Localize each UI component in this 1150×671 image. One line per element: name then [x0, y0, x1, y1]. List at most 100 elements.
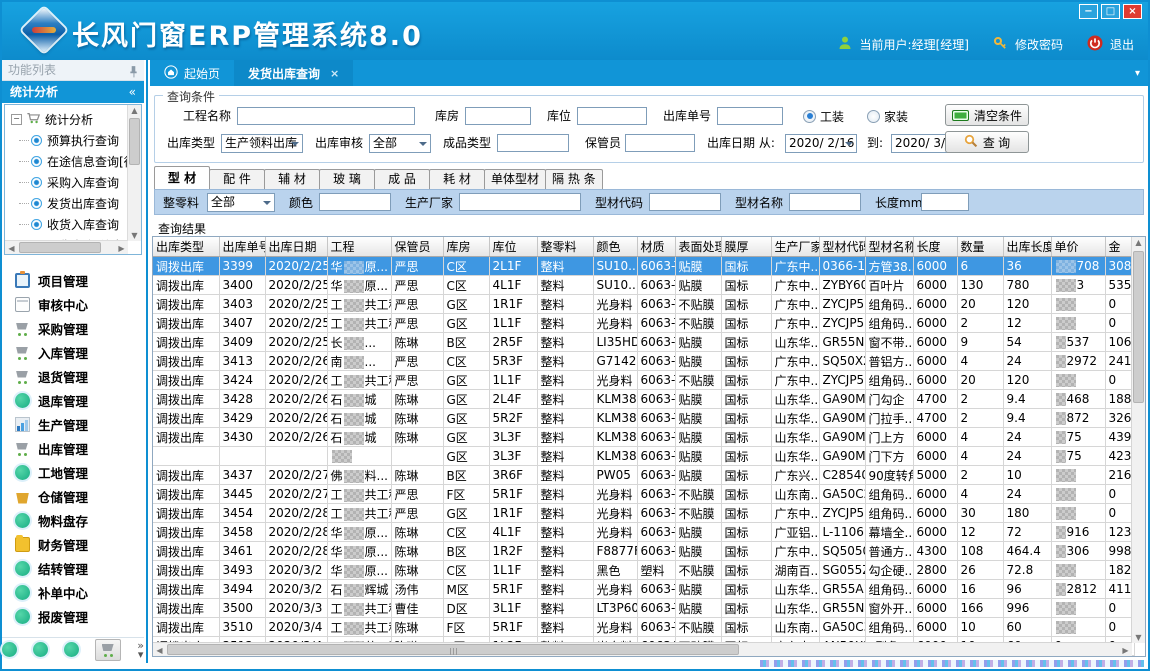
table-row[interactable]: 调拨出库34582020/2/28华原...陈琳C区4L1F整料光身料6063-…: [153, 523, 1134, 542]
column-header[interactable]: 材质: [637, 237, 675, 257]
material-tab[interactable]: 配 件: [209, 169, 265, 189]
table-row[interactable]: 调拨出库34372020/2/27佛料...陈琳B区3R6F整料PW056063…: [153, 466, 1134, 485]
material-tab[interactable]: 单体型材: [484, 169, 546, 189]
material-tab[interactable]: 型 材: [154, 166, 210, 189]
sidebar-menu-item[interactable]: 生产管理: [2, 412, 144, 436]
scroll-left-icon[interactable]: ◀: [5, 244, 18, 253]
sidebar-menu-item[interactable]: 仓储管理: [2, 484, 144, 508]
tree-item[interactable]: 在途信息查询[待: [5, 151, 141, 172]
column-header[interactable]: 出库类型: [153, 237, 219, 257]
table-row[interactable]: 调拨出库34932020/3/2华原...陈琳C区1L1F整料黑色塑料不贴膜国标…: [153, 561, 1134, 580]
column-header[interactable]: 库位: [489, 237, 537, 257]
keeper-input[interactable]: [625, 134, 695, 152]
material-tab[interactable]: 隔 热 条: [545, 169, 603, 189]
material-tab[interactable]: 成 品: [374, 169, 430, 189]
dot-icon[interactable]: [33, 642, 48, 657]
column-header[interactable]: 出库长度: [1003, 237, 1051, 257]
table-row[interactable]: 调拨出库34292020/2/26石城陈琳G区5R2F整料KLM38176063…: [153, 409, 1134, 428]
scroll-right-icon[interactable]: ▶: [1119, 646, 1132, 655]
change-password-link[interactable]: 修改密码: [1015, 36, 1063, 53]
color-input[interactable]: [319, 193, 391, 211]
table-row[interactable]: 调拨出库35002020/3/3工共工程曹佳D区3L1F整料LT3P606063…: [153, 599, 1134, 618]
outbound-audit-select[interactable]: 全部: [369, 134, 431, 153]
warehouse-input[interactable]: [465, 107, 531, 125]
scroll-right-icon[interactable]: ▶: [115, 244, 128, 253]
sidebar-menu-item[interactable]: 项目管理: [2, 268, 144, 292]
tree-item[interactable]: 发货出库查询: [5, 193, 141, 214]
order-no-input[interactable]: [717, 107, 783, 125]
tree-vertical-scrollbar[interactable]: ▲ ▼: [127, 105, 141, 241]
table-row[interactable]: 调拨出库34242020/2/26工共工程严思G区1L1F整料光身料6063-T…: [153, 371, 1134, 390]
table-row[interactable]: 调拨出库34002020/2/25华原...严思C区4L1F整料SU10...6…: [153, 276, 1134, 295]
sidebar-menu-item[interactable]: 工地管理: [2, 460, 144, 484]
tab-overflow-icon[interactable]: ▾: [1135, 68, 1140, 79]
close-button[interactable]: ×: [1123, 4, 1142, 19]
manufacturer-input[interactable]: [459, 193, 581, 211]
tree-horizontal-scrollbar[interactable]: ◀ ▶: [5, 240, 128, 254]
collapse-icon[interactable]: «: [129, 81, 136, 103]
scroll-left-icon[interactable]: ◀: [153, 646, 166, 655]
outbound-type-select[interactable]: 生产领料出库: [221, 134, 303, 153]
cart-button[interactable]: [95, 639, 121, 661]
radio-home[interactable]: 家装: [867, 107, 908, 125]
table-row[interactable]: 调拨出库35102020/3/4工共工程陈琳F区5R1F整料光身料6063-T5…: [153, 618, 1134, 637]
column-header[interactable]: 长度: [913, 237, 957, 257]
table-row[interactable]: G区3L3F整料KLM38176063-T5贴膜国标山东华...GA90M09.…: [153, 447, 1134, 466]
grid-vertical-scrollbar[interactable]: ▲ ▼: [1131, 237, 1145, 643]
sidebar-menu-item[interactable]: 财务管理: [2, 532, 144, 556]
sidebar-menu-item[interactable]: 入库管理: [2, 340, 144, 364]
column-header[interactable]: 出库日期: [265, 237, 327, 257]
table-row[interactable]: 调拨出库34282020/2/26石城陈琳G区2L4F整料KLM38176063…: [153, 390, 1134, 409]
whole-part-select[interactable]: 全部: [207, 193, 275, 212]
table-row[interactable]: 调拨出库34092020/2/25长...陈琳B区2R5F整料LI35HD606…: [153, 333, 1134, 352]
table-row[interactable]: 调拨出库34302020/2/26石城陈琳G区3L3F整料KLM38176063…: [153, 428, 1134, 447]
sidebar-menu-item[interactable]: 退库管理: [2, 388, 144, 412]
profile-code-input[interactable]: [649, 193, 721, 211]
tab-start-page[interactable]: 起始页: [150, 60, 234, 86]
column-header[interactable]: 数量: [957, 237, 1003, 257]
sidebar-menu-item[interactable]: 退货管理: [2, 364, 144, 388]
expander-icon[interactable]: −: [11, 114, 22, 125]
location-input[interactable]: [577, 107, 647, 125]
sidebar-menu-item[interactable]: 出库管理: [2, 436, 144, 460]
column-header[interactable]: 出库单号: [219, 237, 265, 257]
column-header[interactable]: 生产厂家: [771, 237, 819, 257]
column-header[interactable]: 单价: [1051, 237, 1105, 257]
material-tab[interactable]: 玻 璃: [319, 169, 375, 189]
dot-icon[interactable]: [2, 642, 17, 657]
column-header[interactable]: 整零料: [537, 237, 593, 257]
stats-panel-header[interactable]: 统计分析 «: [2, 81, 144, 103]
project-name-input[interactable]: [237, 107, 415, 125]
material-tab[interactable]: 耗 材: [429, 169, 485, 189]
sidebar-menu-item[interactable]: 采购管理: [2, 316, 144, 340]
date-from-select[interactable]: 2020/ 2/16: [785, 134, 857, 153]
length-input[interactable]: [921, 193, 969, 211]
tree-item[interactable]: 预算执行查询: [5, 130, 141, 151]
scroll-up-icon[interactable]: ▲: [128, 106, 141, 115]
tree-item[interactable]: 采购入库查询: [5, 172, 141, 193]
scroll-down-icon[interactable]: ▼: [128, 231, 141, 240]
minimize-button[interactable]: −: [1079, 4, 1098, 19]
column-header[interactable]: 库房: [443, 237, 489, 257]
tab-shipment-outbound-query[interactable]: 发货出库查询 ×: [234, 60, 353, 86]
table-row[interactable]: 调拨出库34612020/2/28华原...陈琳B区1R2F整料F8877FT6…: [153, 542, 1134, 561]
table-row[interactable]: 调拨出库34452020/2/27工共工程严思F区5R1F整料光身料6063-T…: [153, 485, 1134, 504]
table-row[interactable]: 调拨出库34032020/2/25工共工程严思G区1R1F整料光身料6063-T…: [153, 295, 1134, 314]
table-row[interactable]: 调拨出库34542020/2/28工共工程严思G区1R1F整料光身料6063-T…: [153, 504, 1134, 523]
column-header[interactable]: 保管员: [391, 237, 443, 257]
grid-horizontal-scrollbar[interactable]: ◀ ▶: [153, 642, 1132, 656]
search-button[interactable]: 查 询: [945, 131, 1029, 153]
material-tab[interactable]: 辅 材: [264, 169, 320, 189]
sidebar-menu-item[interactable]: 报废管理: [2, 604, 144, 628]
scroll-down-icon[interactable]: ▼: [1132, 633, 1145, 642]
table-row[interactable]: 调拨出库33992020/2/25华原...严思C区2L1F整料SU10...6…: [153, 257, 1134, 276]
clear-conditions-button[interactable]: 清空条件: [945, 104, 1029, 126]
tree-item[interactable]: 收货入库查询: [5, 214, 141, 235]
sidebar-menu-item[interactable]: 物料盘存: [2, 508, 144, 532]
column-header[interactable]: 金: [1105, 237, 1134, 257]
radio-industrial[interactable]: 工装: [803, 107, 844, 125]
profile-name-input[interactable]: [789, 193, 861, 211]
column-header[interactable]: 膜厚: [721, 237, 771, 257]
sidebar-menu-item[interactable]: 结转管理: [2, 556, 144, 580]
table-row[interactable]: 调拨出库34132020/2/26南...严思C区5R3F整料G71422606…: [153, 352, 1134, 371]
